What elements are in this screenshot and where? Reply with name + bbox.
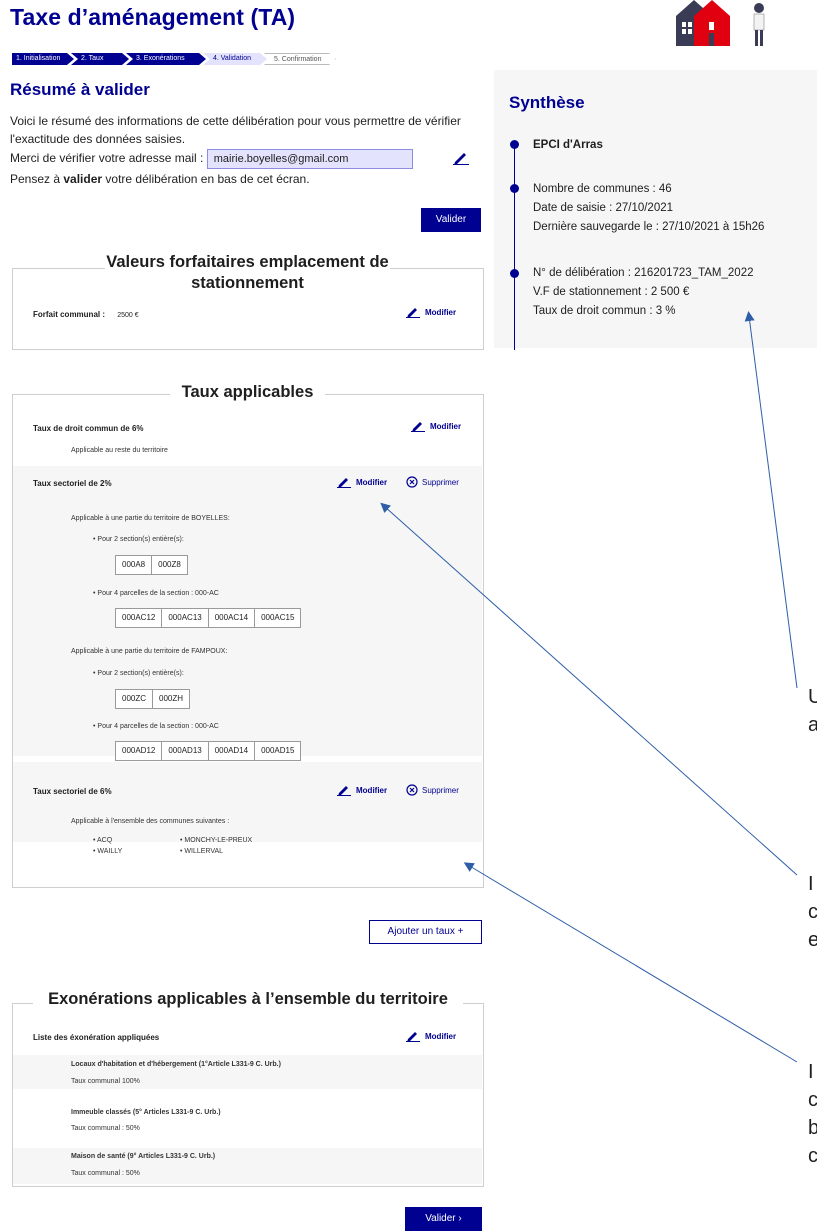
annotation-line: I xyxy=(808,1061,814,1083)
annotation-line: a xyxy=(808,714,817,736)
annotation-arrow xyxy=(744,311,798,689)
annotation-line: b xyxy=(808,1117,817,1139)
annotation-line: c xyxy=(808,1145,817,1167)
annotation-line: c xyxy=(808,901,817,923)
annotation-line: e xyxy=(808,929,817,951)
annotation-line: U xyxy=(808,686,817,708)
annotation-line: I xyxy=(808,873,814,895)
annotation-arrow xyxy=(380,502,798,876)
annotation-text-1: U a xyxy=(808,683,817,739)
annotation-arrow xyxy=(463,862,798,1063)
annotation-text-2: I c e xyxy=(808,870,817,954)
annotation-text-3: I c b c xyxy=(808,1058,817,1170)
annotation-line: c xyxy=(808,1089,817,1111)
annotation-arrows xyxy=(380,311,798,1063)
